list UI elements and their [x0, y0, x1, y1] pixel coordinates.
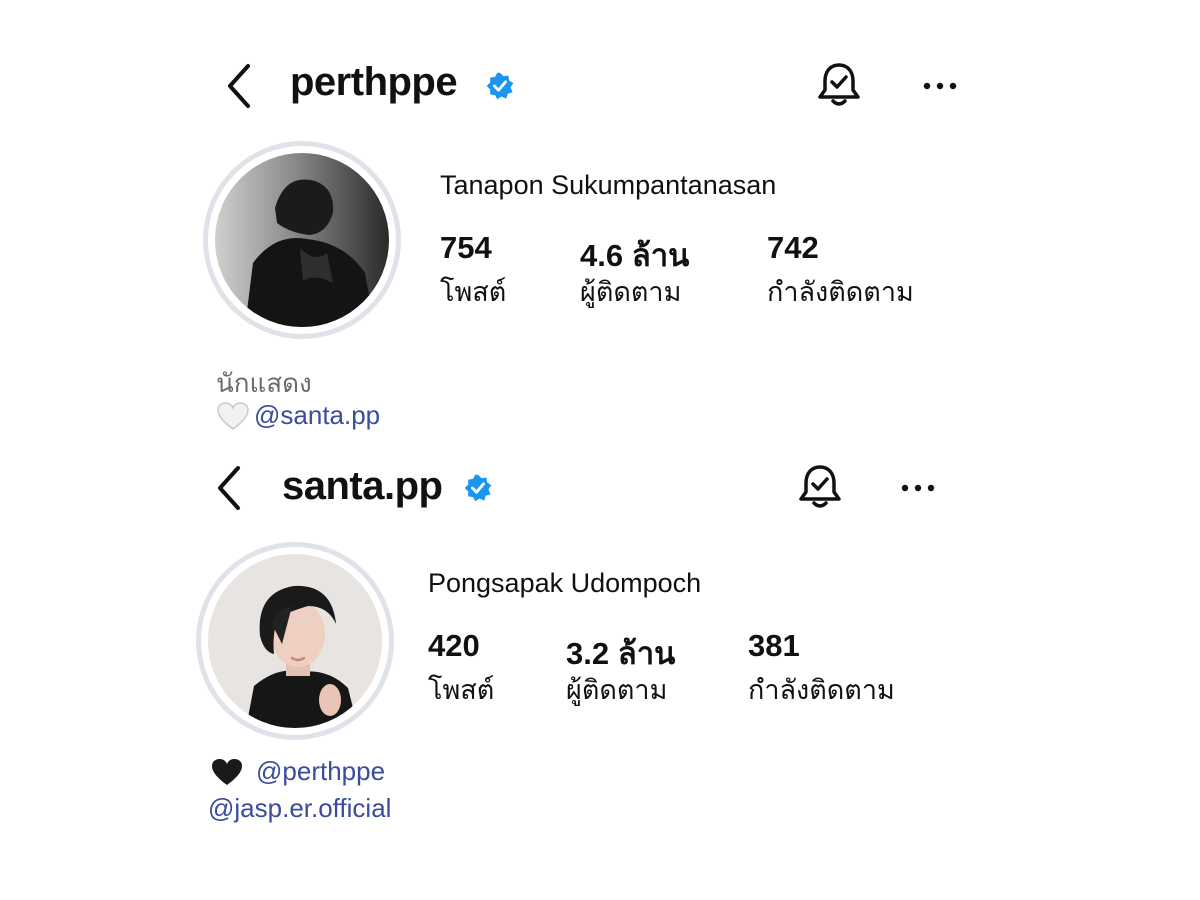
avatar-image: [215, 153, 389, 327]
more-options-button[interactable]: [920, 76, 960, 96]
mention-link[interactable]: @perthppe: [256, 756, 385, 787]
back-button[interactable]: [212, 464, 248, 512]
verified-badge-icon: [464, 474, 492, 502]
more-horizontal-icon: [923, 82, 957, 90]
followers-label: ผู้ติดตาม: [566, 675, 668, 705]
notification-bell-button[interactable]: [797, 462, 843, 512]
more-horizontal-icon: [901, 484, 935, 492]
followers-label: ผู้ติดตาม: [580, 277, 682, 307]
posts-label: โพสต์: [440, 277, 507, 307]
verified-badge-icon: [486, 72, 514, 100]
more-options-button[interactable]: [898, 478, 938, 498]
following-count[interactable]: 381: [748, 628, 800, 664]
black-heart-icon: [212, 758, 242, 785]
bio-category: นักแสดง: [216, 368, 312, 398]
profile-perthppe: perthppe Tanapon Sukumpantanasan 754 โพส…: [0, 0, 1200, 440]
posts-count[interactable]: 754: [440, 230, 492, 266]
chevron-left-icon: [228, 64, 250, 108]
posts-label: โพสต์: [428, 675, 495, 705]
notification-bell-check-icon: [818, 63, 860, 106]
profile-full-name: Tanapon Sukumpantanasan: [440, 170, 777, 200]
mention-link[interactable]: @jasp.er.official: [208, 793, 391, 824]
following-label: กำลังติดตาม: [748, 675, 895, 705]
bio-mention-line-2: @jasp.er.official: [208, 793, 391, 824]
profile-username: perthppe: [290, 60, 458, 104]
back-button[interactable]: [222, 62, 258, 110]
profile-username: santa.pp: [282, 464, 443, 508]
profile-santa-pp: santa.pp Pongsapak Udompoch 420 โพสต์ 3.…: [0, 400, 1200, 840]
following-count[interactable]: 742: [767, 230, 819, 266]
bio-mention-line: @perthppe: [210, 756, 385, 787]
avatar[interactable]: [215, 153, 389, 327]
avatar-image: [208, 554, 382, 728]
chevron-left-icon: [218, 466, 240, 510]
notification-bell-check-icon: [799, 465, 841, 508]
posts-count[interactable]: 420: [428, 628, 480, 664]
avatar[interactable]: [208, 554, 382, 728]
following-label: กำลังติดตาม: [767, 277, 914, 307]
notification-bell-button[interactable]: [816, 60, 862, 110]
profile-full-name: Pongsapak Udompoch: [428, 568, 702, 598]
